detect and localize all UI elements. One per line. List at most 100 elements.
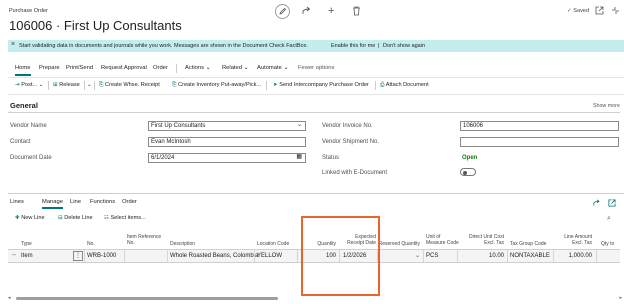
col-type[interactable]: Type (21, 241, 32, 247)
col-unit-of-measure[interactable]: Unit of Measure Code (426, 234, 459, 246)
row-actions-menu[interactable]: ⋮ (73, 251, 83, 261)
expand-lines-button[interactable] (608, 199, 616, 207)
scroll-right-icon[interactable]: ▸ (619, 296, 622, 301)
enable-link[interactable]: Enable this for me (331, 43, 375, 49)
dont-show-link[interactable]: Don't show again (383, 43, 425, 49)
saved-status: ✓ Saved (567, 8, 590, 14)
receipt-icon: ⎘ (99, 82, 104, 88)
menu-print-send[interactable]: Print/Send (66, 65, 93, 71)
cell-tax-group-code[interactable]: NONTAXABLE (510, 253, 550, 259)
release-button[interactable]: ⊞ Release (53, 82, 80, 88)
col-direct-unit-cost[interactable]: Direct Unit Cost Excl. Tax (460, 234, 504, 246)
contact-field[interactable]: Evan McIntosh (148, 137, 306, 147)
linked-edocument-toggle[interactable] (460, 168, 476, 176)
trash-icon (353, 6, 360, 16)
vendor-invoice-field[interactable]: 106006 (460, 121, 619, 131)
banner-message: Start validating data in documents and j… (19, 43, 308, 49)
post-button[interactable]: ⇥ Post... ⌄ (15, 82, 43, 88)
cell-no[interactable]: WRB-1000 (87, 253, 116, 259)
menu-actions[interactable]: Actions ⌄ (185, 65, 211, 71)
vendor-invoice-label: Vendor Invoice No. (322, 123, 373, 129)
tab-line[interactable]: Line (70, 199, 81, 205)
menu-order[interactable]: Order (153, 65, 168, 71)
pencil-icon (279, 7, 287, 15)
chevron-down-icon: ⌄ (205, 65, 211, 71)
send-intercompany-button[interactable]: ➤ Send Intercompany Purchase Order (273, 82, 369, 88)
vendor-shipment-label: Vendor Shipment No. (322, 139, 380, 145)
status-value: Open (462, 155, 478, 161)
share-icon (302, 6, 311, 14)
menu-request-approval[interactable]: Request Approval (101, 65, 147, 71)
menu-automate[interactable]: Automate ⌄ (257, 65, 288, 71)
send-icon: ➤ (273, 82, 278, 88)
delete-line-button[interactable]: ⊟ Delete Line (58, 215, 93, 221)
new-line-icon: ✚ (15, 215, 20, 221)
release-dropdown[interactable]: ⌄ (87, 82, 92, 88)
create-inventory-button[interactable]: ⎘ Create Inventory Put-away/Pick... (172, 82, 261, 89)
highlight-box (301, 216, 380, 296)
contact-label: Contact (10, 139, 31, 145)
col-item-reference[interactable]: Item Reference No. (127, 234, 161, 246)
attach-document-button[interactable]: ⎙ Attach Document (380, 82, 429, 89)
collapse-button[interactable] (611, 6, 620, 15)
cell-direct-unit-cost[interactable]: 10.00 (460, 253, 504, 259)
page-title: 106006 · First Up Consultants (9, 18, 182, 33)
col-description[interactable]: Description (170, 241, 195, 247)
delete-button[interactable] (352, 6, 361, 16)
vendor-name-field[interactable]: First Up Consultants ⌄ (148, 121, 306, 131)
scrollbar-thumb[interactable] (16, 296, 278, 300)
cell-type[interactable]: Item (21, 253, 33, 259)
share-lines-button[interactable] (593, 199, 601, 207)
row-arrow-icon: → (10, 251, 17, 258)
breadcrumb: Purchase Order (9, 8, 48, 14)
chevron-down-icon: ⌄ (283, 65, 289, 71)
show-more-link[interactable]: Show more (593, 103, 620, 109)
cell-unit-of-measure[interactable]: PCS (426, 253, 438, 259)
close-icon[interactable]: × (11, 41, 15, 48)
more-icon: ⋮ (75, 253, 81, 259)
col-reserved-quantity[interactable]: Reserved Quantity (378, 241, 420, 247)
col-qty-to[interactable]: Qty to (601, 241, 614, 247)
open-new-window-button[interactable] (595, 6, 604, 15)
tab-order[interactable]: Order (122, 199, 137, 205)
post-icon: ⇥ (15, 82, 20, 88)
tab-functions[interactable]: Functions (90, 199, 115, 205)
vendor-shipment-field[interactable] (460, 137, 619, 147)
select-items-button[interactable]: ☷ Select items... (104, 215, 146, 221)
create-whse-receipt-button[interactable]: ⎘ Create Whse. Receipt (99, 82, 160, 89)
col-line-amount[interactable]: Line Amount Excl. Tax (556, 234, 592, 246)
inventory-icon: ⎘ (172, 82, 177, 88)
menu-home[interactable]: Home (15, 65, 30, 71)
cell-location-code[interactable]: YELLOW (257, 253, 282, 259)
delete-line-icon: ⊟ (58, 215, 63, 221)
attach-icon: ⎙ (380, 82, 385, 88)
menu-prepare[interactable]: Prepare (39, 65, 60, 71)
find-icon[interactable]: ⌕ (607, 215, 611, 223)
vendor-name-label: Vendor Name (10, 123, 47, 129)
share-button[interactable] (302, 6, 312, 16)
lines-title: Lines (10, 199, 24, 205)
add-icon[interactable]: + (328, 5, 334, 17)
col-no[interactable]: No. (87, 241, 95, 247)
cell-description[interactable]: Whole Roasted Beans, Colombia (170, 253, 258, 259)
scroll-left-icon[interactable]: ◂ (8, 296, 11, 301)
chevron-down-icon: ⌄ (296, 122, 302, 128)
cell-line-amount[interactable]: 1,000.00 (556, 253, 592, 259)
select-items-icon: ☷ (104, 215, 110, 221)
tab-manage[interactable]: Manage (42, 199, 63, 205)
menu-fewer-options[interactable]: Fewer options (298, 65, 334, 71)
col-tax-group-code[interactable]: Tax Group Code (510, 241, 546, 247)
new-line-button[interactable]: ✚ New Line (15, 215, 45, 221)
calendar-icon[interactable]: ▦ (296, 154, 302, 161)
horizontal-scrollbar[interactable]: ◂ ▸ (8, 296, 622, 301)
edit-button[interactable] (275, 4, 290, 19)
section-general-title: General (10, 101, 38, 110)
chevron-down-icon: ⌄ (243, 65, 249, 71)
validation-banner: × Start validating data in documents and… (8, 40, 624, 52)
linked-edocument-label: Linked with E-Document (322, 170, 388, 176)
col-location-code[interactable]: Location Code (257, 241, 289, 247)
menu-related[interactable]: Related ⌄ (222, 65, 248, 71)
collapse-icon (612, 7, 619, 14)
active-tab-indicator (15, 74, 31, 76)
document-date-field[interactable]: 6/1/2024 ▦ (148, 153, 306, 163)
